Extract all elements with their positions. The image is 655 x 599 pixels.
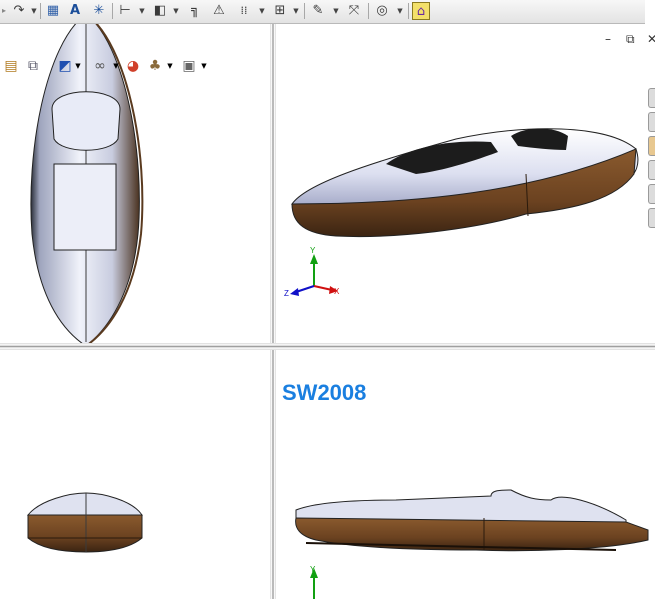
hide-show-items-icon[interactable]: ∞ xyxy=(90,56,110,76)
sketch-toolbar: ▸ ↷ ▼ ▦ A ✳ ⊢ ▼ ◧ ▼ ╗ ⚠ ⁞⁞ ▼ ⊞ ▼ ✎ ▼ ⤧ ◎… xyxy=(0,0,645,24)
axis-y-label: Y xyxy=(310,246,316,255)
chevron-down-icon[interactable]: ▼ xyxy=(138,2,146,20)
viewport-vertical-splitter[interactable] xyxy=(270,24,276,599)
toolbar-separator xyxy=(304,3,305,19)
viewport-horizontal-splitter[interactable] xyxy=(0,343,655,350)
axis-triad: Y X Z xyxy=(284,246,340,298)
viewport-top-view[interactable]: ▤ ⧉ ◩ ▼ ∞ ▼ ◕ ♣ ▼ ▣ ▼ xyxy=(0,24,270,343)
toolbar-separator xyxy=(408,3,409,19)
chevron-down-icon[interactable]: ▼ xyxy=(332,2,340,20)
viewport-front-view[interactable] xyxy=(0,350,270,599)
zoom-to-area-icon[interactable]: ⧉ xyxy=(24,56,42,76)
chevron-down-icon[interactable]: ▼ xyxy=(258,2,266,20)
task-pane-tab[interactable] xyxy=(648,160,655,180)
chevron-down-icon[interactable]: ▼ xyxy=(166,56,174,76)
dimension-icon[interactable]: ⊢ xyxy=(116,2,134,20)
sketch-grid-icon[interactable]: ▦ xyxy=(44,2,62,20)
chevron-down-icon[interactable]: ▼ xyxy=(30,2,38,20)
close-icon[interactable]: ✕ xyxy=(647,32,655,46)
task-pane-tab[interactable] xyxy=(648,112,655,132)
toolbar-separator xyxy=(112,3,113,19)
chevron-down-icon[interactable]: ▼ xyxy=(172,2,180,20)
pattern-icon[interactable]: ⁞⁞ xyxy=(234,2,254,20)
text-icon[interactable]: A xyxy=(66,2,84,20)
task-pane-tab[interactable] xyxy=(648,136,655,156)
task-pane-tabs xyxy=(648,88,655,228)
restore-icon[interactable]: ⧉ xyxy=(626,32,635,47)
view-settings-icon[interactable]: ▣ xyxy=(180,56,198,76)
triangle-icon[interactable]: ⚠ xyxy=(210,2,228,20)
reference-geometry-icon[interactable]: ⤧ xyxy=(344,2,364,20)
appearance-icon[interactable]: ◕ xyxy=(124,56,142,76)
redo-icon[interactable]: ↷ xyxy=(10,2,28,20)
axis-z-label: Z xyxy=(284,289,289,298)
axis-y-label: Y xyxy=(310,565,316,574)
task-pane-tab[interactable] xyxy=(648,184,655,204)
viewport-isometric-view[interactable]: Y X Z – ⧉ ✕ xyxy=(276,24,655,343)
mirror-icon[interactable]: ╗ xyxy=(186,2,204,20)
axis-x-label: X xyxy=(334,287,340,296)
task-pane-tab[interactable] xyxy=(648,208,655,228)
toolbar-separator xyxy=(40,3,41,19)
isometric-view-model: Y X Z xyxy=(284,128,639,298)
toolbar-handle[interactable]: ▸ xyxy=(0,2,8,20)
rebuild-icon[interactable]: ◎ xyxy=(372,2,392,20)
chevron-down-icon[interactable]: ▼ xyxy=(292,2,300,20)
solidworks-window: ▸ ↷ ▼ ▦ A ✳ ⊢ ▼ ◧ ▼ ╗ ⚠ ⁞⁞ ▼ ⊞ ▼ ✎ ▼ ⤧ ◎… xyxy=(0,0,655,599)
version-label: SW2008 xyxy=(282,380,367,405)
scene-icon[interactable]: ♣ xyxy=(146,56,164,76)
smart-dimension-icon[interactable]: ✎ xyxy=(308,2,328,20)
zoom-to-fit-icon[interactable]: ▤ xyxy=(2,56,20,76)
point-icon[interactable]: ✳ xyxy=(90,2,108,20)
task-pane-tab[interactable] xyxy=(648,88,655,108)
front-view-model xyxy=(26,492,143,553)
chevron-down-icon[interactable]: ▼ xyxy=(74,56,82,76)
minimize-icon[interactable]: – xyxy=(605,32,611,46)
toolbar-separator xyxy=(368,3,369,19)
relations-icon[interactable]: ⊞ xyxy=(270,2,290,20)
chevron-down-icon[interactable]: ▼ xyxy=(396,2,404,20)
chevron-down-icon[interactable]: ▼ xyxy=(112,56,120,76)
chevron-down-icon[interactable]: ▼ xyxy=(200,56,208,76)
options-icon[interactable]: ⌂ xyxy=(412,2,430,20)
plane-icon[interactable]: ◧ xyxy=(150,2,170,20)
view-orientation-icon[interactable]: ◩ xyxy=(56,56,74,76)
